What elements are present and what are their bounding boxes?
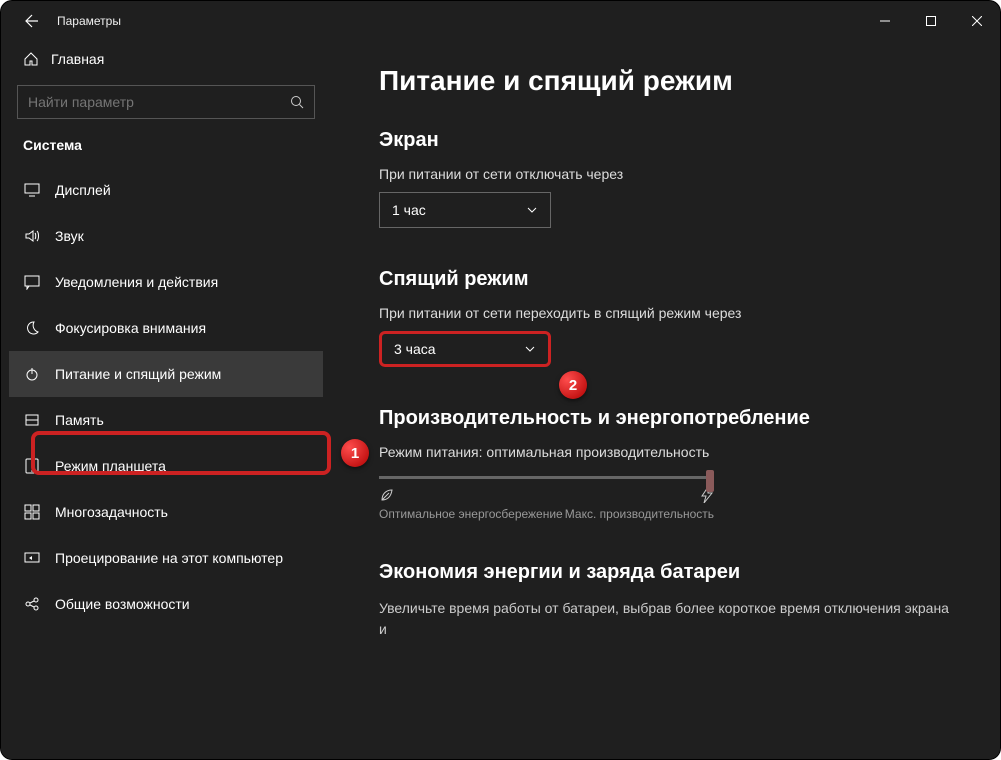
display-icon — [23, 181, 41, 199]
project-icon — [23, 549, 41, 567]
moon-icon — [23, 319, 41, 337]
perf-min-label: Оптимальное энергосбережение — [379, 507, 563, 521]
sidebar-item-label: Многозадачность — [55, 504, 168, 520]
titlebar: Параметры — [1, 1, 1000, 41]
slider-thumb[interactable] — [706, 470, 714, 492]
page-title: Питание и спящий режим — [379, 65, 952, 97]
sidebar-item-label: Режим планшета — [55, 458, 166, 474]
nav-list: Дисплей Звук Уведомления и действия Фокусир… — [9, 167, 323, 627]
perf-max-label: Макс. производительность — [565, 507, 714, 521]
sidebar-item-label: Общие возможности — [55, 596, 190, 612]
perf-heading: Производительность и энергопотребление — [379, 407, 952, 430]
sleep-value: 3 часа — [394, 341, 436, 357]
chevron-down-icon — [524, 343, 536, 355]
sidebar-item-power[interactable]: Питание и спящий режим — [9, 351, 323, 397]
sidebar-item-shared[interactable]: Общие возможности — [9, 581, 323, 627]
sidebar-item-tablet[interactable]: Режим планшета — [9, 443, 323, 489]
screen-off-label: При питании от сети отключать через — [379, 166, 952, 182]
sleep-select[interactable]: 3 часа — [379, 331, 551, 367]
sound-icon — [23, 227, 41, 245]
screen-off-select[interactable]: 1 час — [379, 192, 551, 228]
home-icon — [23, 51, 39, 67]
battery-text: Увеличьте время работы от батареи, выбра… — [379, 598, 952, 640]
notify-icon — [23, 273, 41, 291]
power-mode-label: Режим питания: оптимальная производитель… — [379, 444, 952, 460]
search-field[interactable] — [17, 85, 315, 119]
sidebar-item-sound[interactable]: Звук — [9, 213, 323, 259]
sleep-label: При питании от сети переходить в спящий … — [379, 305, 952, 321]
chevron-down-icon — [526, 204, 538, 216]
sidebar-item-moon[interactable]: Фокусировка внимания — [9, 305, 323, 351]
sidebar-item-label: Дисплей — [55, 182, 111, 198]
sidebar-item-label: Уведомления и действия — [55, 274, 218, 290]
sidebar: Главная Система Дисплей Звук Уведомления и… — [1, 41, 331, 759]
close-button[interactable] — [954, 1, 1000, 41]
settings-window: Параметры Главная Система Дисплей Звук Уве… — [0, 0, 1001, 760]
tablet-icon — [23, 457, 41, 475]
maximize-button[interactable] — [908, 1, 954, 41]
sidebar-item-project[interactable]: Проецирование на этот компьютер — [9, 535, 323, 581]
window-title: Параметры — [57, 14, 121, 28]
sidebar-item-label: Проецирование на этот компьютер — [55, 550, 283, 566]
battery-heading: Экономия энергии и заряда батареи — [379, 561, 952, 584]
storage-icon — [23, 411, 41, 429]
sidebar-item-label: Питание и спящий режим — [55, 366, 221, 382]
multitask-icon — [23, 503, 41, 521]
home-link[interactable]: Главная — [9, 41, 323, 77]
leaf-icon — [379, 487, 395, 503]
sleep-heading: Спящий режим — [379, 268, 952, 291]
category-heading: Система — [9, 137, 323, 167]
sidebar-item-label: Звук — [55, 228, 84, 244]
sidebar-item-label: Фокусировка внимания — [55, 320, 206, 336]
screen-off-value: 1 час — [392, 202, 426, 218]
sidebar-item-display[interactable]: Дисплей — [9, 167, 323, 213]
search-icon — [290, 95, 304, 109]
shared-icon — [23, 595, 41, 613]
back-button[interactable] — [15, 6, 45, 36]
screen-heading: Экран — [379, 129, 952, 152]
power-icon — [23, 365, 41, 383]
main-content: Питание и спящий режим Экран При питании… — [331, 41, 1000, 759]
minimize-button[interactable] — [862, 1, 908, 41]
sidebar-item-storage[interactable]: Память — [9, 397, 323, 443]
search-input[interactable] — [28, 94, 290, 110]
power-slider[interactable] — [379, 476, 714, 479]
sidebar-item-multitask[interactable]: Многозадачность — [9, 489, 323, 535]
sidebar-item-notify[interactable]: Уведомления и действия — [9, 259, 323, 305]
sidebar-item-label: Память — [55, 412, 104, 428]
home-label: Главная — [51, 51, 104, 67]
